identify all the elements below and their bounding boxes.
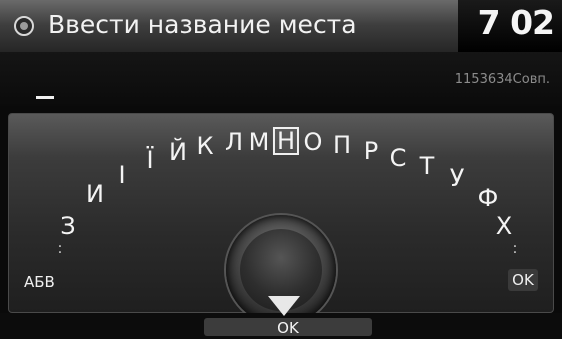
key-letter[interactable]: З [60,214,75,238]
more-right-indicator: · · [512,239,518,261]
key-letter[interactable]: Й [169,140,187,164]
key-letter[interactable]: И [86,182,104,206]
key-letter-selected[interactable]: Н [272,127,300,155]
key-letter[interactable]: Х [496,214,512,238]
navigation-screen: Ввести название места 7 02 1153634Совп. … [0,0,562,339]
entry-field: 1153634Совп. [0,52,562,106]
navigation-icon [14,16,34,36]
title-bar: Ввести название места 7 02 [0,0,562,52]
key-letter[interactable]: С [390,146,407,170]
key-letter[interactable]: І [118,163,125,187]
page-title: Ввести название места [48,10,357,39]
key-letter[interactable]: Ї [146,148,153,172]
key-letter[interactable]: М [249,130,270,154]
ok-side-button[interactable]: OK [508,269,538,291]
text-cursor [36,96,54,99]
key-letter[interactable]: К [196,134,213,158]
key-letter[interactable]: О [304,130,323,154]
more-left-indicator: · · [57,239,63,261]
match-count: 1153634Совп. [454,72,550,87]
key-letter[interactable]: П [333,133,351,157]
ok-bottom-button[interactable]: OK [204,318,372,337]
down-arrow-icon [268,296,300,316]
key-letter[interactable]: Т [420,154,435,178]
clock: 7 02 [477,3,555,42]
abv-button[interactable]: АБВ [24,273,55,291]
clock-tab: 7 02 [458,0,562,52]
key-letter[interactable]: Р [364,139,378,163]
key-letter[interactable]: Л [225,130,243,154]
key-letter[interactable]: У [450,166,465,190]
key-letter[interactable]: Ф [478,186,499,210]
